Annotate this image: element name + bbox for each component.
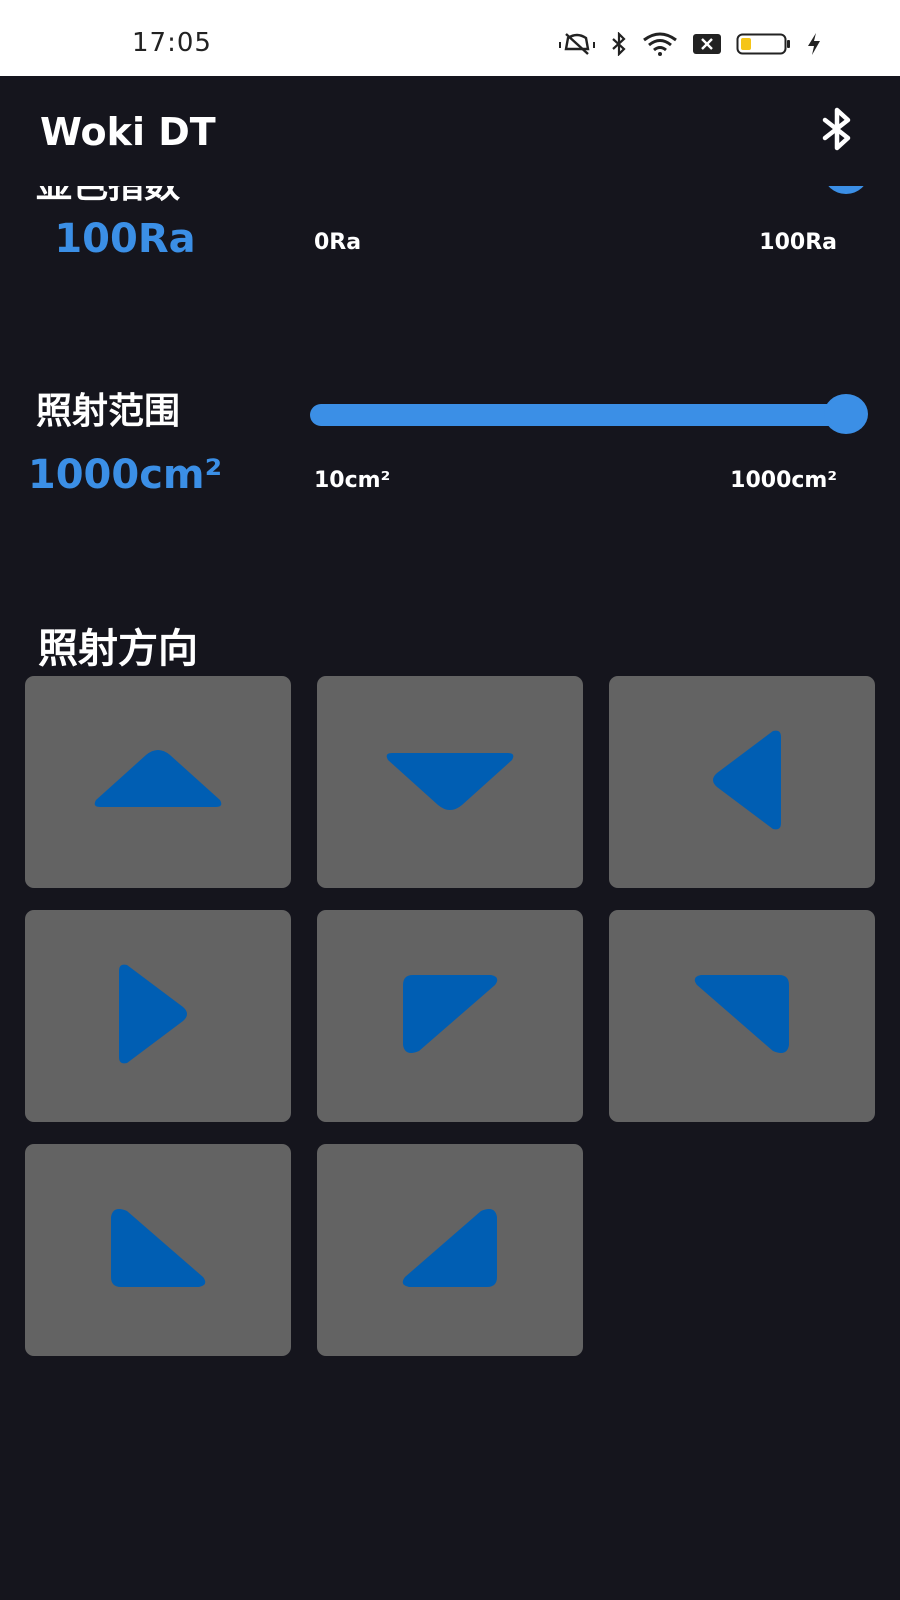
range-slider-track[interactable] [310,404,866,426]
bluetooth-icon [820,107,854,155]
range-section: 照射范围 1000cm² 10cm² 1000cm² [0,382,900,512]
cri-slider-thumb[interactable] [824,186,868,194]
arrow-down-left-icon [103,1203,213,1297]
range-range-min: 10cm² [314,468,391,493]
cri-label: 显色指数 [36,186,180,208]
arrow-right-icon [113,959,203,1073]
status-icons [558,30,822,58]
direction-up-left-button[interactable] [317,910,583,1122]
range-slider-thumb[interactable] [824,394,868,434]
app-title: Woki DT [40,110,216,154]
bluetooth-button[interactable] [812,106,862,156]
arrow-down-icon [380,745,520,819]
direction-up-button[interactable] [25,676,291,888]
arrow-up-icon [88,745,228,819]
no-sim-icon [692,33,722,55]
direction-down-right-button[interactable] [317,1144,583,1356]
arrow-up-left-icon [395,969,505,1063]
direction-right-button[interactable] [25,910,291,1122]
cri-value: 100Ra [54,216,196,262]
direction-up-right-button[interactable] [609,910,875,1122]
battery-low-icon [736,32,792,56]
range-range-max: 1000cm² [730,468,837,493]
mute-vibrate-icon [558,32,596,56]
arrow-up-right-icon [687,969,797,1063]
direction-down-button[interactable] [317,676,583,888]
cri-range-min: 0Ra [314,230,362,255]
range-value: 1000cm² [27,452,223,498]
arrow-down-right-icon [395,1203,505,1297]
status-time: 17:05 [132,28,212,58]
bluetooth-icon [610,32,628,56]
direction-left-button[interactable] [609,676,875,888]
wifi-icon [642,32,678,56]
cri-section: 显色指数 100Ra 0Ra 100Ra [0,186,900,306]
cri-range-max: 100Ra [759,230,837,255]
status-bar: 17:05 [0,0,900,76]
direction-title: 照射方向 [38,626,198,672]
arrow-left-icon [697,725,787,839]
direction-down-left-button[interactable] [25,1144,291,1356]
content-scroll[interactable]: 显色指数 100Ra 0Ra 100Ra 照射范围 1000cm² 10cm² … [0,186,900,1600]
charging-icon [806,32,822,56]
app-bar: Woki DT [0,76,900,186]
range-label: 照射范围 [36,391,181,432]
